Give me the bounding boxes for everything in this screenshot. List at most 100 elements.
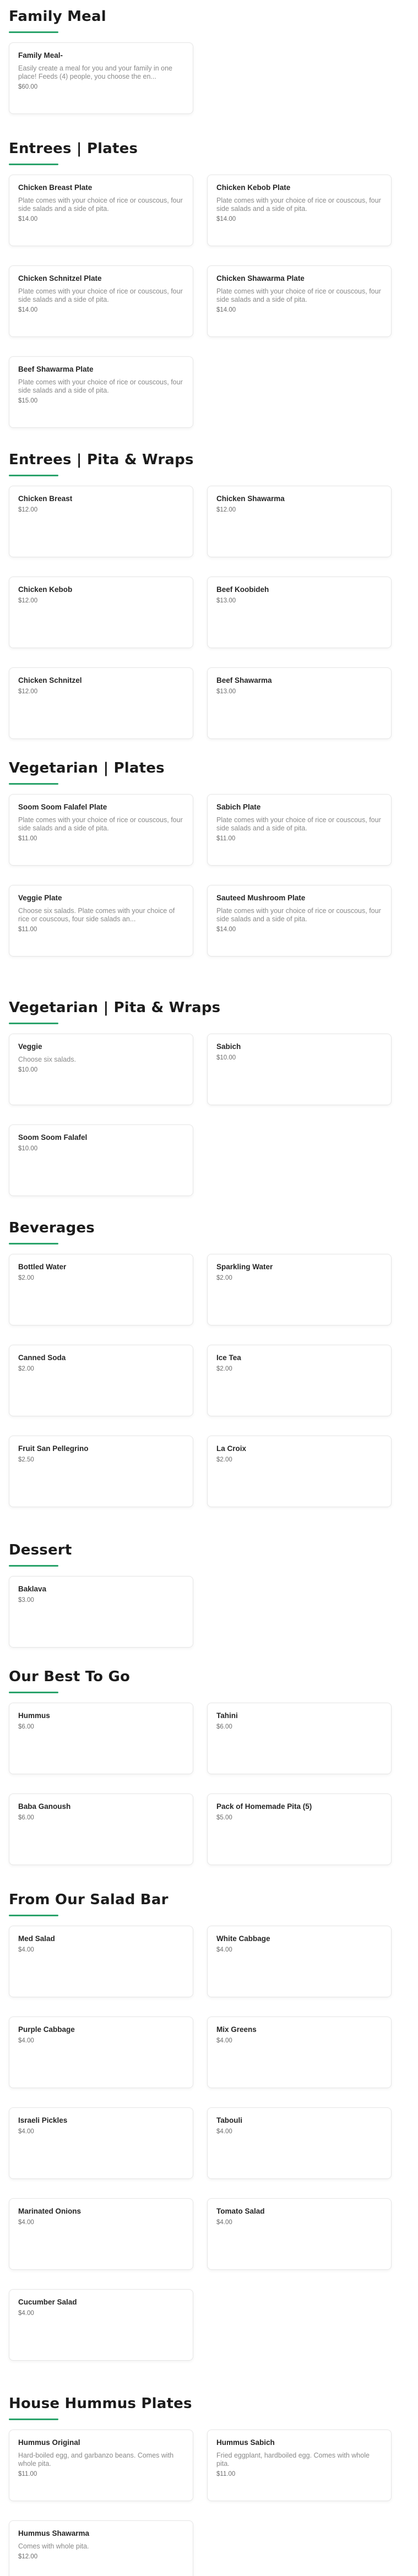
- menu-item-card[interactable]: Chicken Breast $12.00: [9, 486, 193, 557]
- menu-item-card[interactable]: Chicken Breast Plate Plate comes with you…: [9, 175, 193, 246]
- menu-item-name: Med Salad: [18, 1934, 55, 1943]
- menu-item-card[interactable]: Cucumber Salad $4.00: [9, 2289, 193, 2361]
- menu-item-name: Chicken Shawarma: [216, 494, 285, 503]
- menu-item-name: Fruit San Pellegrino: [18, 1444, 89, 1453]
- menu-item-name: Chicken Breast Plate: [18, 183, 93, 192]
- menu-item-name: Veggie: [18, 1042, 42, 1051]
- menu-item-name: Sparkling Water: [216, 1263, 273, 1271]
- menu-item-card[interactable]: Chicken Shawarma Plate Plate comes with y…: [207, 265, 392, 337]
- menu-item-name: Sabich Plate: [216, 803, 261, 811]
- menu-container: Family Meal Family Meal- Easily create a m…: [0, 0, 418, 2576]
- menu-item-card[interactable]: Veggie Choose six salads. $10.00: [9, 1034, 193, 1105]
- menu-item-card[interactable]: Hummus $6.00: [9, 1703, 193, 1774]
- menu-item-card[interactable]: Pack of Homemade Pita (5) $5.00: [207, 1794, 392, 1865]
- section-title-underline: [9, 1692, 58, 1693]
- menu-item-card[interactable]: Canned Soda $2.00: [9, 1345, 193, 1416]
- menu-item-card[interactable]: Baklava $3.00: [9, 1576, 193, 1648]
- menu-item-name: Tomato Salad: [216, 2207, 265, 2215]
- section-title-underline: [9, 783, 58, 785]
- menu-item-name: Purple Cabbage: [18, 2025, 75, 2034]
- menu-item-card[interactable]: Beef Shawarma Plate Plate comes with your…: [9, 356, 193, 428]
- menu-item-card[interactable]: Hummus Shawarma Comes with whole pita. $12…: [9, 2520, 193, 2576]
- menu-item-price: $4.00: [18, 2219, 34, 2226]
- menu-item-card[interactable]: Mix Greens $4.00: [207, 2017, 392, 2088]
- menu-item-price: $4.00: [18, 2037, 34, 2044]
- menu-item-card[interactable]: Tahini $6.00: [207, 1703, 392, 1774]
- menu-item-card[interactable]: Chicken Schnitzel $12.00: [9, 667, 193, 739]
- menu-item-name: Sauteed Mushroom Plate: [216, 894, 306, 902]
- menu-item-price: $4.00: [216, 2037, 232, 2044]
- menu-item-card[interactable]: Sabich $10.00: [207, 1034, 392, 1105]
- menu-item-card[interactable]: Fruit San Pellegrino $2.50: [9, 1436, 193, 1507]
- menu-item-card[interactable]: Ice Tea $2.00: [207, 1345, 392, 1416]
- section-title: Our Best To Go: [9, 1669, 131, 1685]
- menu-item-card[interactable]: Med Salad $4.00: [9, 1926, 193, 1997]
- menu-item-price: $60.00: [18, 84, 38, 90]
- menu-item-price: $4.00: [216, 2219, 232, 2226]
- section-title: Family Meal: [9, 8, 106, 25]
- menu-item-name: Veggie Plate: [18, 894, 62, 902]
- menu-item-name: Chicken Shawarma Plate: [216, 274, 305, 282]
- menu-item-name: Family Meal-: [18, 51, 63, 59]
- menu-item-card[interactable]: Sauteed Mushroom Plate Plate comes with y…: [207, 885, 392, 957]
- menu-item-price: $13.00: [216, 688, 236, 695]
- section-title-underline: [9, 1243, 58, 1244]
- menu-item-name: Canned Soda: [18, 1354, 66, 1362]
- menu-item-price: $4.00: [18, 1947, 34, 1953]
- menu-item-card[interactable]: Chicken Schnitzel Plate Plate comes with …: [9, 265, 193, 337]
- menu-item-card[interactable]: La Croix $2.00: [207, 1436, 392, 1507]
- menu-item-card[interactable]: Israeli Pickles $4.00: [9, 2107, 193, 2179]
- menu-item-card[interactable]: Beef Koobideh $13.00: [207, 577, 392, 648]
- menu-item-name: Beef Shawarma: [216, 676, 272, 684]
- menu-item-card[interactable]: Marinated Onions $4.00: [9, 2198, 193, 2270]
- menu-item-card[interactable]: Chicken Shawarma $12.00: [207, 486, 392, 557]
- menu-item-price: $13.00: [216, 597, 236, 604]
- menu-item-name: Chicken Breast: [18, 494, 73, 503]
- menu-item-description: Plate comes with your choice of rice or …: [18, 287, 183, 303]
- menu-item-price: $10.00: [216, 1055, 236, 1061]
- menu-item-description: Hard-boiled egg, and garbanzo beans. Com…: [18, 2452, 174, 2468]
- menu-item-name: La Croix: [216, 1444, 247, 1453]
- menu-item-card[interactable]: Purple Cabbage $4.00: [9, 2017, 193, 2088]
- menu-item-description: Plate comes with your choice of rice or …: [18, 378, 183, 394]
- menu-item-name: Chicken Kebob: [18, 585, 73, 594]
- menu-item-description: Choose six salads.: [18, 1056, 76, 1063]
- menu-item-card[interactable]: Soom Soom Falafel Plate Plate comes with …: [9, 794, 193, 866]
- menu-item-card[interactable]: Hummus Sabich Fried eggplant, hardboiled …: [207, 2430, 392, 2501]
- section-title-underline: [9, 2419, 58, 2420]
- menu-item-card[interactable]: White Cabbage $4.00: [207, 1926, 392, 1997]
- menu-item-name: Marinated Onions: [18, 2207, 82, 2215]
- menu-item-name: Baklava: [18, 1585, 47, 1593]
- menu-item-price: $10.00: [18, 1145, 38, 1152]
- menu-item-card[interactable]: Sabich Plate Plate comes with your choice…: [207, 794, 392, 866]
- menu-item-price: $2.00: [216, 1366, 232, 1372]
- menu-item-card[interactable]: Family Meal- Easily create a meal for you…: [9, 42, 193, 114]
- menu-item-card[interactable]: Veggie Plate Choose six salads. Plate com…: [9, 885, 193, 957]
- menu-item-price: $14.00: [18, 307, 38, 313]
- menu-item-name: Tabouli: [216, 2116, 242, 2124]
- menu-item-card[interactable]: Hummus Original Hard-boiled egg, and garb…: [9, 2430, 193, 2501]
- menu-item-card[interactable]: Bottled Water $2.00: [9, 1254, 193, 1325]
- menu-item-price: $11.00: [216, 835, 236, 842]
- menu-item-name: Israeli Pickles: [18, 2116, 68, 2124]
- menu-item-card[interactable]: Sparkling Water $2.00: [207, 1254, 392, 1325]
- menu-item-name: Tahini: [216, 1711, 238, 1720]
- menu-item-description: Plate comes with your choice of rice or …: [216, 287, 381, 303]
- menu-item-card[interactable]: Chicken Kebob $12.00: [9, 577, 193, 648]
- menu-item-card[interactable]: Tabouli $4.00: [207, 2107, 392, 2179]
- menu-item-price: $11.00: [18, 2471, 37, 2477]
- menu-item-card[interactable]: Tomato Salad $4.00: [207, 2198, 392, 2270]
- menu-item-price: $2.50: [18, 1457, 34, 1463]
- menu-item-name: Ice Tea: [216, 1354, 241, 1362]
- menu-item-card[interactable]: Chicken Kebob Plate Plate comes with your…: [207, 175, 392, 246]
- menu-item-name: Hummus Sabich: [216, 2438, 275, 2447]
- menu-item-price: $4.00: [18, 2128, 34, 2135]
- section-title: Dessert: [9, 1542, 72, 1558]
- menu-item-card[interactable]: Soom Soom Falafel $10.00: [9, 1124, 193, 1196]
- menu-item-name: Chicken Schnitzel Plate: [18, 274, 102, 282]
- menu-item-price: $10.00: [18, 1067, 38, 1073]
- menu-item-description: Comes with whole pita.: [18, 2542, 89, 2550]
- menu-item-description: Plate comes with your choice of rice or …: [18, 816, 183, 832]
- menu-item-card[interactable]: Beef Shawarma $13.00: [207, 667, 392, 739]
- menu-item-card[interactable]: Baba Ganoush $6.00: [9, 1794, 193, 1865]
